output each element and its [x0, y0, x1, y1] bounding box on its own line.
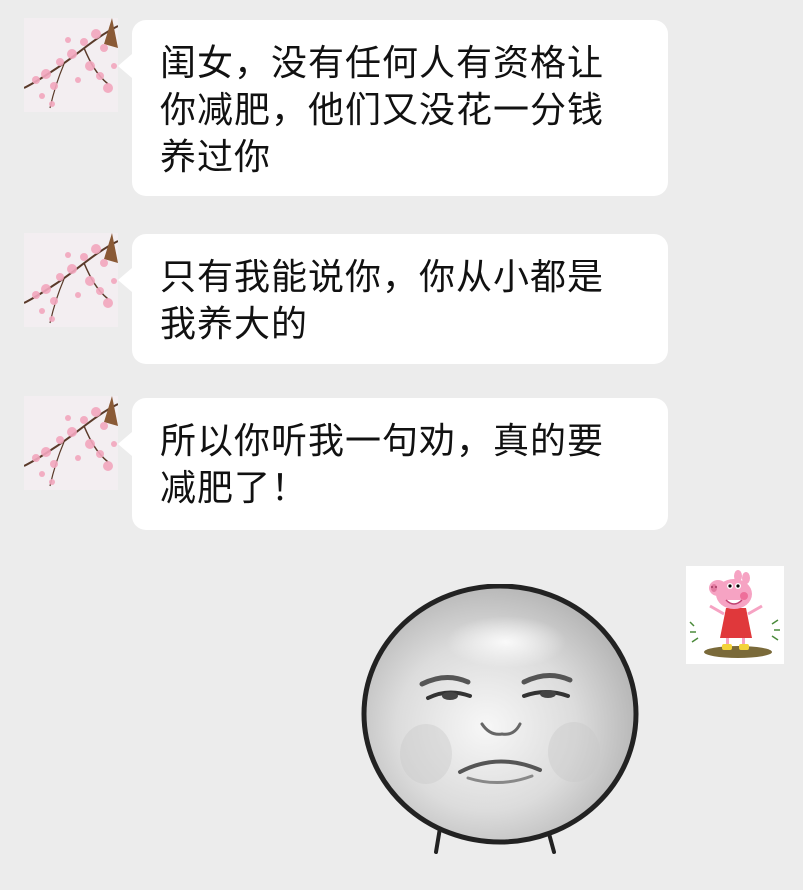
cherry-blossom-avatar-icon [24, 396, 118, 490]
cherry-blossom-avatar-icon [24, 18, 118, 112]
sad-face-sticker[interactable] [356, 584, 648, 860]
peppa-pig-avatar-icon [686, 566, 784, 664]
chat-window: 闺女，没有任何人有资格让你减肥，他们又没花一分钱养过你 只有我能说你，你从小都是… [0, 0, 803, 890]
cherry-blossom-avatar-icon [24, 233, 118, 327]
message-bubble[interactable]: 闺女，没有任何人有资格让你减肥，他们又没花一分钱养过你 [118, 20, 668, 196]
message-bubble[interactable]: 只有我能说你，你从小都是我养大的 [118, 234, 668, 364]
message-text: 所以你听我一句劝，真的要减肥了！ [160, 421, 605, 509]
sender-avatar[interactable] [24, 396, 118, 490]
message-bubble[interactable]: 所以你听我一句劝，真的要减肥了！ [118, 398, 668, 530]
sad-round-face-sticker-icon [361, 584, 639, 854]
sender-avatar[interactable] [24, 18, 118, 112]
message-text: 闺女，没有任何人有资格让你减肥，他们又没花一分钱养过你 [160, 43, 605, 178]
sender-avatar[interactable] [24, 233, 118, 327]
message-text: 只有我能说你，你从小都是我养大的 [160, 257, 605, 345]
self-avatar[interactable] [686, 566, 784, 664]
